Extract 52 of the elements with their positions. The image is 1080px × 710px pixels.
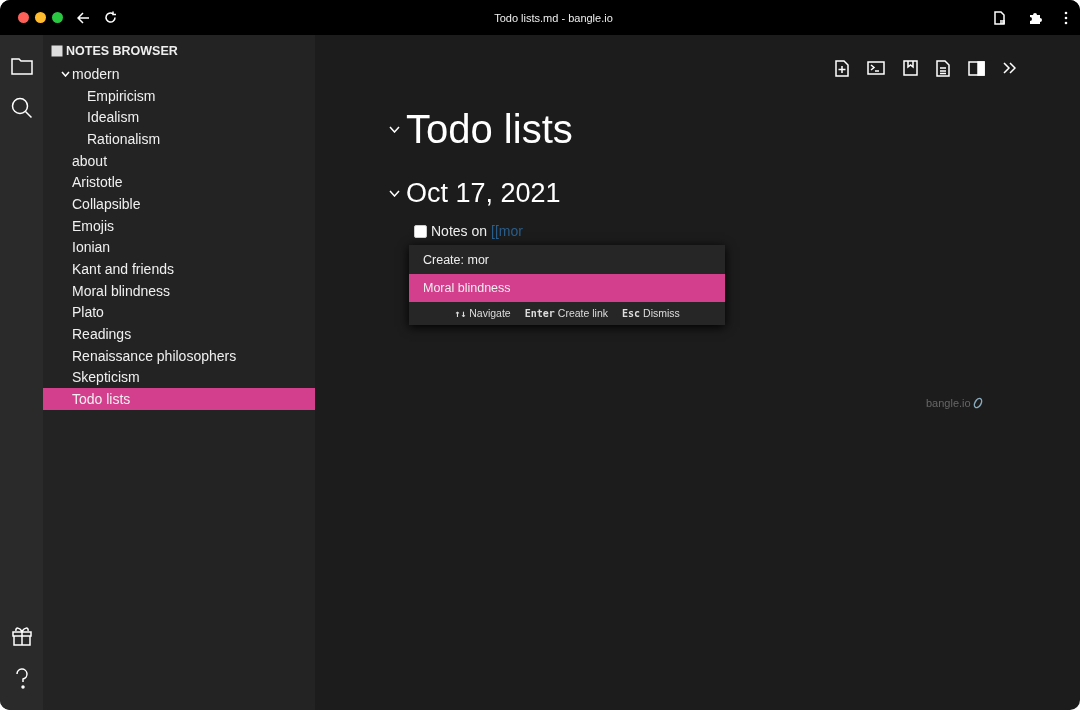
document-icon[interactable] xyxy=(994,10,1006,25)
sidebar-title: NOTES BROWSER xyxy=(66,44,178,58)
file-tree-item[interactable]: Readings xyxy=(43,323,315,345)
reload-icon[interactable] xyxy=(104,11,117,24)
file-tree-item[interactable]: Skepticism xyxy=(43,366,315,389)
back-arrow-icon[interactable] xyxy=(77,11,90,24)
file-tree-item[interactable]: Emojis xyxy=(43,214,315,237)
brand-text: bangle.io xyxy=(926,397,971,409)
new-file-icon[interactable] xyxy=(835,59,849,77)
help-icon[interactable] xyxy=(14,668,29,690)
subheading: Oct 17, 2021 xyxy=(406,178,561,209)
file-tree-item[interactable]: modern xyxy=(43,63,315,85)
file-tree-item[interactable]: Renaissance philosophers xyxy=(43,344,315,367)
window-title: Todo lists.md - bangle.io xyxy=(493,11,614,24)
file-tree-item[interactable]: Ionian xyxy=(43,236,315,259)
window-control-dot xyxy=(35,12,46,23)
caret-icon xyxy=(61,70,70,77)
window-control-dot xyxy=(18,12,29,23)
file-tree-item[interactable]: Todo lists xyxy=(43,388,315,410)
suggestion-item[interactable]: Moral blindness xyxy=(409,274,725,302)
link-icon xyxy=(971,397,984,409)
suggestion-item[interactable]: Create: mor xyxy=(409,246,725,274)
file-tree-item[interactable]: Empiricism xyxy=(43,84,315,107)
task-text: Notes on xyxy=(431,223,488,239)
heading: Todo lists xyxy=(406,107,573,152)
caret-icon[interactable] xyxy=(389,126,400,133)
file-tree-item[interactable]: about xyxy=(43,149,315,172)
file-tree-item[interactable]: Kant and friends xyxy=(43,258,315,280)
note-icon xyxy=(51,45,63,57)
more-icon[interactable] xyxy=(1064,10,1068,25)
link-text: [[mor xyxy=(491,223,523,239)
file-tree-item[interactable]: Aristotle xyxy=(43,171,315,194)
file-tree-item[interactable]: Rationalism xyxy=(43,128,315,150)
checkbox[interactable] xyxy=(414,224,427,238)
file-tree-item[interactable]: Plato xyxy=(43,301,315,324)
file-tree-item[interactable]: Moral blindness xyxy=(43,279,315,302)
sidebar-toggle-icon[interactable] xyxy=(968,60,985,76)
double-chevron-icon[interactable] xyxy=(1003,62,1016,74)
keyboard-hint: Enter Create link xyxy=(524,307,608,319)
window-control-dot xyxy=(52,12,63,23)
file-tree-item[interactable]: Idealism xyxy=(43,106,315,129)
folder-icon[interactable] xyxy=(10,57,33,75)
file-text-icon[interactable] xyxy=(936,59,950,77)
terminal-icon[interactable] xyxy=(867,61,885,75)
search-icon[interactable] xyxy=(10,97,33,119)
file-tree-item[interactable]: Collapsible xyxy=(43,193,315,215)
caret-icon[interactable] xyxy=(389,190,400,197)
bookmark-icon[interactable] xyxy=(903,60,918,76)
gift-icon[interactable] xyxy=(10,624,33,646)
puzzle-icon[interactable] xyxy=(1028,10,1042,25)
keyboard-hint: ↑↓ Navigate xyxy=(454,307,511,319)
keyboard-hint: Esc Dismiss xyxy=(622,307,680,319)
